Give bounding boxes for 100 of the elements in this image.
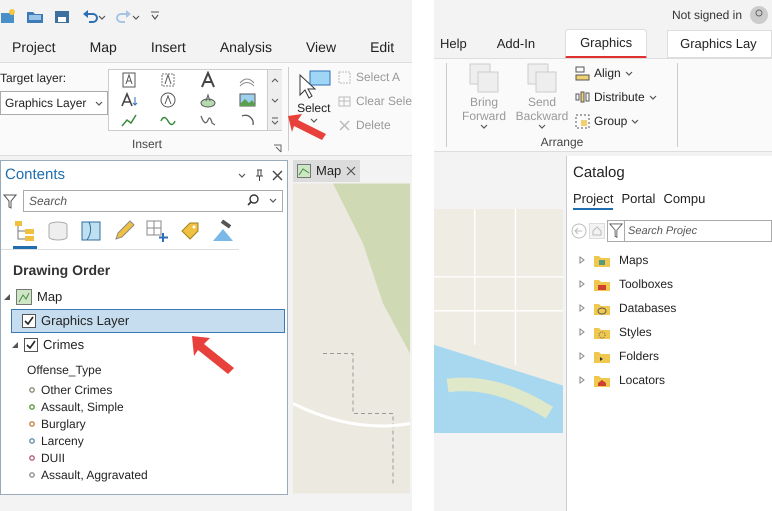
ribbon-tab[interactable]: Edit — [366, 36, 398, 58]
catalog-item[interactable]: Toolboxes — [619, 275, 674, 293]
expander-icon[interactable] — [11, 341, 19, 349]
ribbon-tab[interactable]: Add-In — [496, 34, 536, 54]
expander-icon[interactable] — [579, 304, 585, 312]
filter-icon[interactable] — [3, 193, 17, 209]
scroll-up-icon[interactable] — [268, 70, 282, 90]
ribbon-tab[interactable]: View — [302, 36, 340, 58]
distribute-icon — [575, 90, 590, 104]
ribbon-tab[interactable]: Project — [8, 36, 60, 58]
catalog-tab[interactable]: Compu — [663, 188, 706, 210]
align-icon — [575, 66, 590, 80]
legend-label: Burglary — [41, 416, 86, 432]
tree-item[interactable]: Crimes — [43, 335, 84, 355]
target-layer-dropdown[interactable]: Graphics Layer — [0, 91, 108, 115]
letter-arrow-icon[interactable] — [120, 91, 138, 109]
pin-icon[interactable] — [255, 169, 264, 181]
filter-icon[interactable] — [607, 220, 625, 242]
view-tab[interactable] — [13, 219, 37, 249]
list-icon — [13, 219, 37, 243]
ribbon-tab[interactable]: Map — [86, 36, 121, 58]
expander-icon[interactable] — [579, 280, 585, 288]
select-button[interactable]: Select — [292, 63, 335, 155]
selected-row[interactable]: Graphics Layer — [11, 309, 285, 333]
contextual-tab[interactable]: Graphics Lay — [667, 30, 772, 58]
grid-icon — [336, 94, 352, 108]
ribbon-tab[interactable]: Help — [440, 34, 467, 54]
catalog-item[interactable]: Styles — [619, 323, 652, 341]
close-icon[interactable] — [272, 170, 283, 180]
new-project-icon[interactable] — [0, 8, 16, 24]
expander-icon[interactable] — [3, 293, 11, 301]
group-icon — [575, 114, 590, 128]
menu-button[interactable]: Distribute — [575, 87, 657, 107]
caret-icon[interactable] — [269, 196, 278, 204]
catalog-item[interactable]: Maps — [619, 251, 648, 269]
close-icon — [336, 118, 352, 132]
menu-button[interactable]: Align — [575, 63, 657, 83]
pane-title: Catalog — [572, 163, 626, 183]
caret-icon — [648, 94, 657, 100]
circled-letter-icon[interactable] — [159, 91, 178, 109]
text-frame-icon[interactable] — [159, 71, 178, 89]
section-heading: Drawing Order — [12, 261, 112, 280]
search-field[interactable]: Search — [23, 190, 283, 212]
legend-label: Assault, Aggravated — [41, 466, 148, 484]
overlapping-squares-icon — [527, 63, 557, 93]
search-icon[interactable] — [247, 194, 259, 206]
catalog-item[interactable]: Folders — [619, 347, 660, 365]
caret-icon[interactable] — [238, 172, 247, 178]
map-tab[interactable]: Map — [293, 160, 360, 182]
dialog-launcher-icon[interactable] — [272, 144, 282, 153]
customize-icon[interactable] — [150, 10, 160, 22]
redo-icon[interactable] — [116, 8, 140, 24]
checkbox[interactable] — [24, 338, 38, 352]
picture-icon[interactable] — [238, 91, 256, 109]
legend-label: Other Crimes — [41, 382, 112, 398]
ribbon-tab[interactable]: Insert — [146, 36, 190, 58]
expander-icon[interactable] — [579, 328, 585, 336]
caret-icon — [95, 100, 103, 106]
avatar-icon[interactable] — [750, 6, 768, 24]
select-all-icon — [336, 70, 352, 84]
expander-icon[interactable] — [579, 352, 585, 360]
caret-icon — [538, 123, 546, 129]
expand-gallery-icon[interactable] — [268, 110, 282, 130]
database-icon — [46, 219, 70, 243]
undo-icon[interactable] — [82, 8, 106, 24]
field-label: Target layer: — [0, 70, 68, 87]
pane-title: Contents — [5, 164, 66, 185]
ribbon-tab[interactable]: Analysis — [216, 36, 276, 58]
save-icon[interactable] — [54, 8, 72, 24]
map-icon — [297, 164, 311, 178]
catalog-item[interactable]: Databases — [619, 299, 676, 317]
tree-item[interactable]: Map — [37, 287, 62, 307]
arrow-annotation — [286, 112, 328, 142]
expander-icon[interactable] — [579, 376, 585, 384]
catalog-tab[interactable]: Project — [573, 188, 614, 210]
menu-button[interactable]: Group — [575, 111, 657, 131]
search-field[interactable]: Search Projec — [625, 220, 772, 242]
legend-label: Assault, Simple — [41, 398, 124, 416]
tree-item[interactable]: Graphics Layer — [41, 311, 130, 331]
checkbox[interactable] — [22, 314, 36, 328]
account-status: Not signed in — [672, 7, 742, 24]
legend-label: DUII — [41, 450, 65, 466]
caret-icon — [480, 123, 488, 129]
pencil-icon — [112, 219, 136, 243]
legend-label: Larceny — [41, 432, 84, 450]
legend-title: Offense_Type — [26, 362, 102, 379]
caret-icon — [310, 117, 318, 123]
text-frame-icon[interactable] — [120, 71, 138, 89]
ellipse-icon[interactable] — [198, 91, 217, 109]
satellite-icon — [211, 219, 235, 243]
caret-icon — [624, 70, 633, 76]
large-letter-icon[interactable] — [198, 71, 217, 89]
overlapping-squares-icon — [469, 63, 499, 93]
group-label: Arrange — [540, 134, 584, 151]
catalog-item[interactable]: Locators — [619, 371, 666, 389]
caret-icon — [631, 118, 640, 124]
catalog-tab[interactable]: Portal — [621, 188, 656, 210]
grid-add-icon — [145, 219, 169, 243]
expander-icon[interactable] — [579, 256, 585, 264]
ribbon-tab[interactable]: Graphics — [565, 29, 648, 59]
